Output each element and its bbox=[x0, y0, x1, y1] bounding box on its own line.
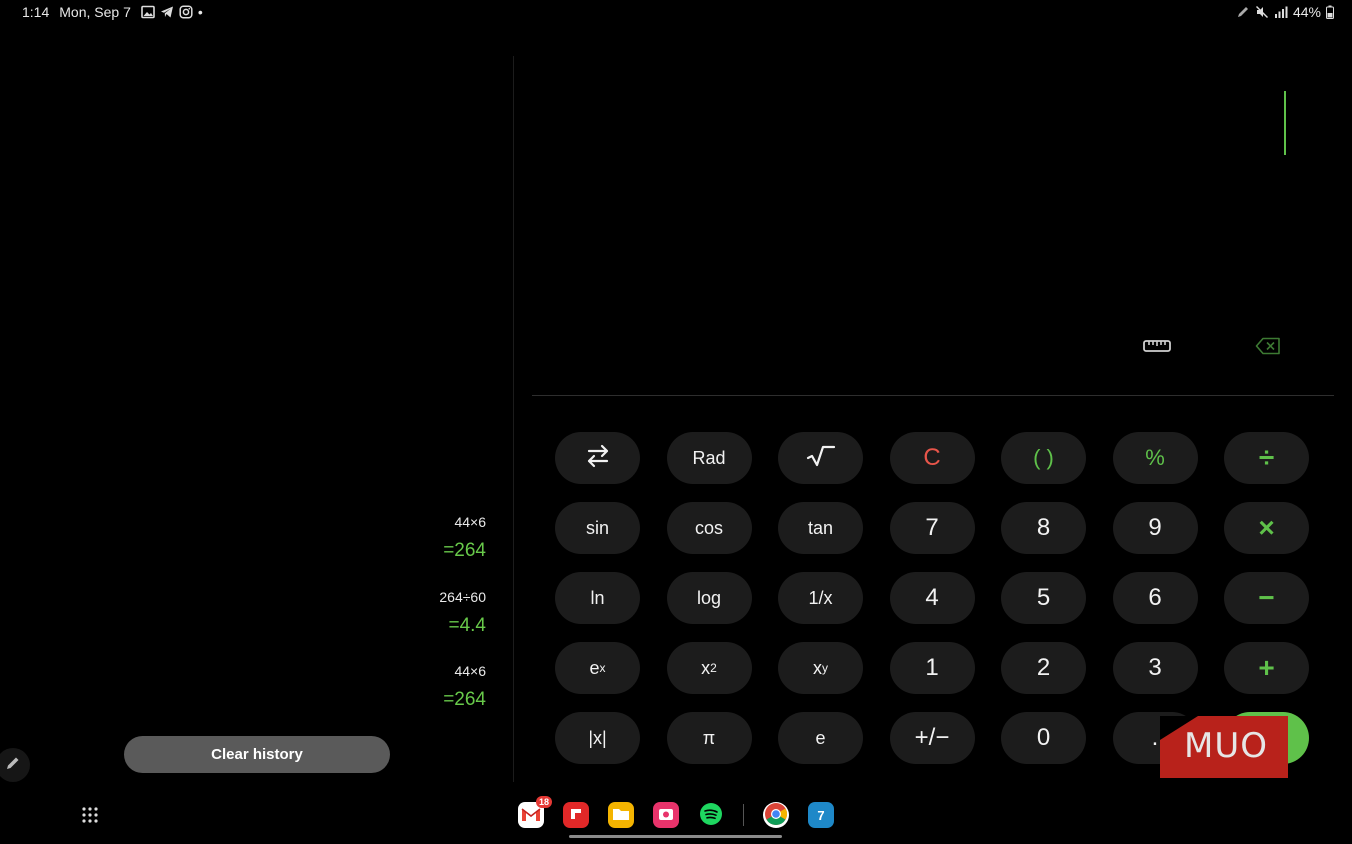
backspace-button[interactable] bbox=[1254, 337, 1282, 360]
calendar-app[interactable]: 7 bbox=[808, 802, 834, 828]
my-files-app[interactable] bbox=[608, 802, 634, 828]
tan-button[interactable]: tan bbox=[778, 502, 863, 554]
mute-icon bbox=[1255, 5, 1269, 19]
battery-percent: 44% bbox=[1292, 4, 1321, 20]
rad-button[interactable]: Rad bbox=[666, 432, 752, 484]
muo-watermark-logo: MUO bbox=[1160, 716, 1288, 778]
gmail-badge: 18 bbox=[535, 796, 552, 808]
digit-0-button[interactable]: 0 bbox=[1001, 712, 1086, 764]
unit-converter-button[interactable] bbox=[1142, 338, 1172, 358]
abs-button[interactable]: |x| bbox=[555, 712, 640, 764]
app-drawer-button[interactable] bbox=[78, 805, 102, 829]
history-result: =4.4 bbox=[448, 615, 486, 636]
square-base: x bbox=[701, 657, 711, 678]
clear-button[interactable]: C bbox=[889, 432, 975, 484]
history-result: =264 bbox=[443, 540, 486, 561]
flipboard-icon bbox=[569, 807, 583, 824]
exp-base: e bbox=[589, 657, 600, 678]
reciprocal-button[interactable]: 1/x bbox=[778, 572, 863, 624]
home-indicator[interactable] bbox=[569, 835, 782, 838]
history-panel: 44×6 =264 264÷60 =4.4 44×6 =264 Clear hi… bbox=[0, 0, 512, 844]
digit-7-button[interactable]: 7 bbox=[889, 502, 975, 554]
battery-icon bbox=[1326, 5, 1334, 19]
screen-recorder-app[interactable] bbox=[653, 802, 679, 828]
digit-6-button[interactable]: 6 bbox=[1112, 572, 1198, 624]
toggle-keypad-button[interactable] bbox=[555, 432, 640, 484]
chrome-app[interactable] bbox=[763, 802, 789, 828]
history-expression: 44×6 bbox=[454, 514, 486, 530]
panel-divider bbox=[513, 56, 514, 782]
spotify-app[interactable] bbox=[698, 802, 724, 828]
cos-button[interactable]: cos bbox=[666, 502, 752, 554]
flipboard-app[interactable] bbox=[563, 802, 589, 828]
square-button[interactable]: x2 bbox=[666, 642, 752, 694]
display-divider bbox=[532, 395, 1334, 396]
percent-button[interactable]: % bbox=[1112, 432, 1198, 484]
folder-icon bbox=[612, 807, 630, 824]
grid-icon bbox=[81, 806, 99, 829]
history-expression: 264÷60 bbox=[439, 589, 486, 605]
divide-button[interactable]: ÷ bbox=[1224, 432, 1309, 484]
ln-button[interactable]: ln bbox=[555, 572, 640, 624]
minus-button[interactable]: − bbox=[1224, 572, 1309, 624]
digit-3-button[interactable]: 3 bbox=[1112, 642, 1198, 694]
parentheses-button[interactable]: ( ) bbox=[1001, 432, 1086, 484]
sqrt-button[interactable] bbox=[778, 432, 863, 484]
digit-1-button[interactable]: 1 bbox=[889, 642, 975, 694]
watermark-text: MUO bbox=[1184, 726, 1268, 766]
digit-9-button[interactable]: 9 bbox=[1112, 502, 1198, 554]
digit-4-button[interactable]: 4 bbox=[889, 572, 975, 624]
history-entry[interactable]: 264÷60 =4.4 bbox=[439, 589, 486, 637]
plus-button[interactable]: + bbox=[1224, 642, 1309, 694]
exp-button[interactable]: ex bbox=[555, 642, 640, 694]
camera-icon bbox=[658, 807, 674, 824]
spotify-icon bbox=[699, 802, 723, 829]
multiply-button[interactable]: × bbox=[1224, 502, 1309, 554]
app-dock: 18 7 bbox=[518, 796, 834, 828]
digit-5-button[interactable]: 5 bbox=[1001, 572, 1086, 624]
status-right: 44% bbox=[1236, 4, 1334, 20]
gmail-icon bbox=[521, 806, 541, 825]
plus-minus-button[interactable]: +/− bbox=[889, 712, 975, 764]
pi-button[interactable]: π bbox=[666, 712, 752, 764]
sin-button[interactable]: sin bbox=[555, 502, 640, 554]
pen-detached-icon bbox=[1236, 5, 1250, 19]
calendar-day: 7 bbox=[817, 807, 825, 823]
signal-icon bbox=[1274, 5, 1288, 19]
power-base: x bbox=[813, 657, 822, 678]
power-button[interactable]: xy bbox=[778, 642, 863, 694]
gmail-app[interactable]: 18 bbox=[518, 796, 552, 828]
digit-2-button[interactable]: 2 bbox=[1001, 642, 1086, 694]
dock-separator bbox=[743, 804, 744, 826]
clear-history-button[interactable]: Clear history bbox=[124, 736, 390, 773]
ruler-icon bbox=[1143, 339, 1171, 358]
keypad: Rad C ( ) % ÷ sin cos tan 7 8 9 × ln log… bbox=[555, 432, 1309, 764]
sqrt-icon bbox=[806, 444, 836, 473]
euler-button[interactable]: e bbox=[778, 712, 863, 764]
history-expression: 44×6 bbox=[454, 663, 486, 679]
chrome-icon bbox=[764, 802, 788, 829]
edit-pen-button[interactable] bbox=[0, 748, 30, 782]
history-result: =264 bbox=[443, 689, 486, 710]
history-entry[interactable]: 44×6 =264 bbox=[443, 663, 486, 711]
history-entry[interactable]: 44×6 =264 bbox=[443, 514, 486, 562]
log-button[interactable]: log bbox=[666, 572, 752, 624]
swap-arrows-icon bbox=[585, 444, 611, 473]
backspace-icon bbox=[1255, 337, 1281, 360]
digit-8-button[interactable]: 8 bbox=[1001, 502, 1086, 554]
input-cursor[interactable] bbox=[1284, 91, 1286, 155]
pen-icon bbox=[5, 755, 21, 776]
